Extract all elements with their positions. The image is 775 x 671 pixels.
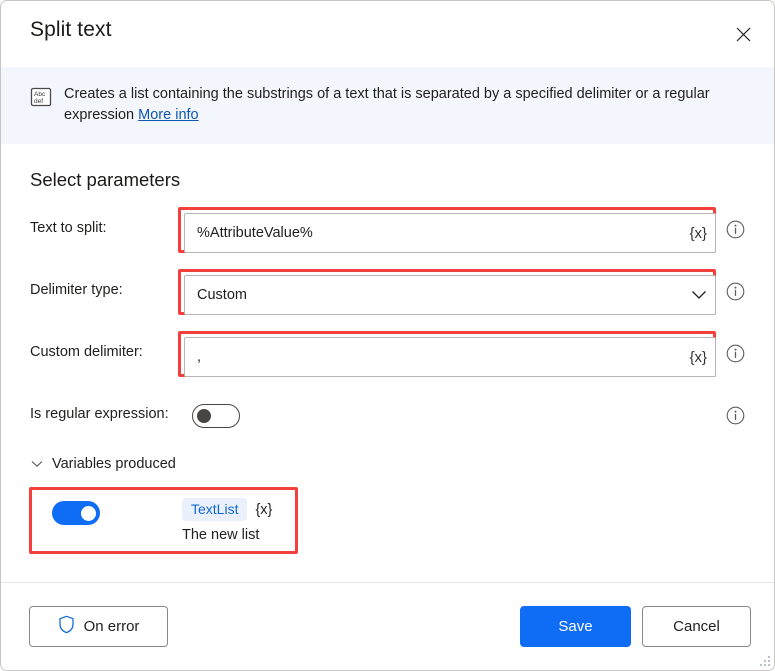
split-text-dialog: Split text Abc def Creates a list contai… <box>0 0 775 671</box>
delimiter-type-value: Custom <box>197 287 685 303</box>
field-row-custom-delimiter: Custom delimiter: , {x} <box>1 331 775 377</box>
svg-text:def: def <box>34 98 43 105</box>
section-title: Select parameters <box>30 169 180 191</box>
more-info-link[interactable]: More info <box>138 107 198 123</box>
variable-name-row: TextList {x} <box>182 498 272 521</box>
save-button[interactable]: Save <box>520 606 631 647</box>
banner-description: Creates a list containing the substrings… <box>64 84 736 126</box>
shield-icon <box>58 615 75 638</box>
dialog-titlebar: Split text <box>1 1 775 67</box>
delimiter-type-select[interactable]: Custom <box>184 275 716 315</box>
abc-def-text-icon: Abc def <box>30 86 52 108</box>
highlight-box-delimiter-type: Custom <box>178 269 716 315</box>
svg-text:Abc: Abc <box>34 91 46 98</box>
field-row-text-to-split: Text to split: %AttributeValue% {x} <box>1 207 775 253</box>
chevron-down-icon <box>30 458 43 471</box>
cancel-button[interactable]: Cancel <box>642 606 751 647</box>
variables-produced-header[interactable]: Variables produced <box>30 456 176 472</box>
dialog-body: Select parameters Text to split: %Attrib… <box>1 144 775 582</box>
highlight-box-variables-produced: TextList {x} The new list <box>29 487 298 554</box>
field-row-is-regular-expression: Is regular expression: <box>1 393 775 439</box>
is-regular-expression-toggle[interactable] <box>192 404 240 428</box>
info-icon[interactable] <box>726 282 745 301</box>
highlight-box-text-to-split: %AttributeValue% {x} <box>178 207 716 253</box>
save-label: Save <box>558 618 592 635</box>
variable-picker-icon[interactable]: {x} <box>683 225 707 242</box>
variable-enabled-toggle[interactable] <box>52 501 100 525</box>
highlight-box-custom-delimiter: , {x} <box>178 331 716 377</box>
resize-grip-icon[interactable] <box>756 652 770 666</box>
variable-picker-icon[interactable]: {x} <box>683 349 707 366</box>
field-label-is-regular-expression: Is regular expression: <box>30 406 169 422</box>
close-icon <box>736 27 751 42</box>
toggle-knob <box>197 409 211 423</box>
text-to-split-input[interactable]: %AttributeValue% {x} <box>184 213 716 253</box>
field-label-custom-delimiter: Custom delimiter: <box>30 344 143 360</box>
dialog-footer: On error Save Cancel <box>1 583 775 671</box>
custom-delimiter-input[interactable]: , {x} <box>184 337 716 377</box>
custom-delimiter-value: , <box>197 349 683 365</box>
description-banner: Abc def Creates a list containing the su… <box>1 67 775 144</box>
field-row-delimiter-type: Delimiter type: Custom <box>1 269 775 315</box>
variable-picker-icon[interactable]: {x} <box>255 502 272 518</box>
toggle-knob <box>81 506 96 521</box>
on-error-button[interactable]: On error <box>29 606 168 647</box>
variable-description: The new list <box>182 527 259 543</box>
cancel-label: Cancel <box>673 618 720 635</box>
field-label-delimiter-type: Delimiter type: <box>30 282 123 298</box>
chevron-down-icon[interactable] <box>685 290 707 300</box>
close-button[interactable] <box>724 15 762 53</box>
variable-name-pill[interactable]: TextList <box>182 498 247 521</box>
info-icon[interactable] <box>726 344 745 363</box>
page-title: Split text <box>30 18 112 42</box>
info-icon[interactable] <box>726 220 745 239</box>
on-error-label: On error <box>84 618 140 635</box>
info-icon[interactable] <box>726 406 745 425</box>
variables-produced-label: Variables produced <box>52 456 176 472</box>
text-to-split-value: %AttributeValue% <box>197 225 683 241</box>
field-label-text-to-split: Text to split: <box>30 220 107 236</box>
